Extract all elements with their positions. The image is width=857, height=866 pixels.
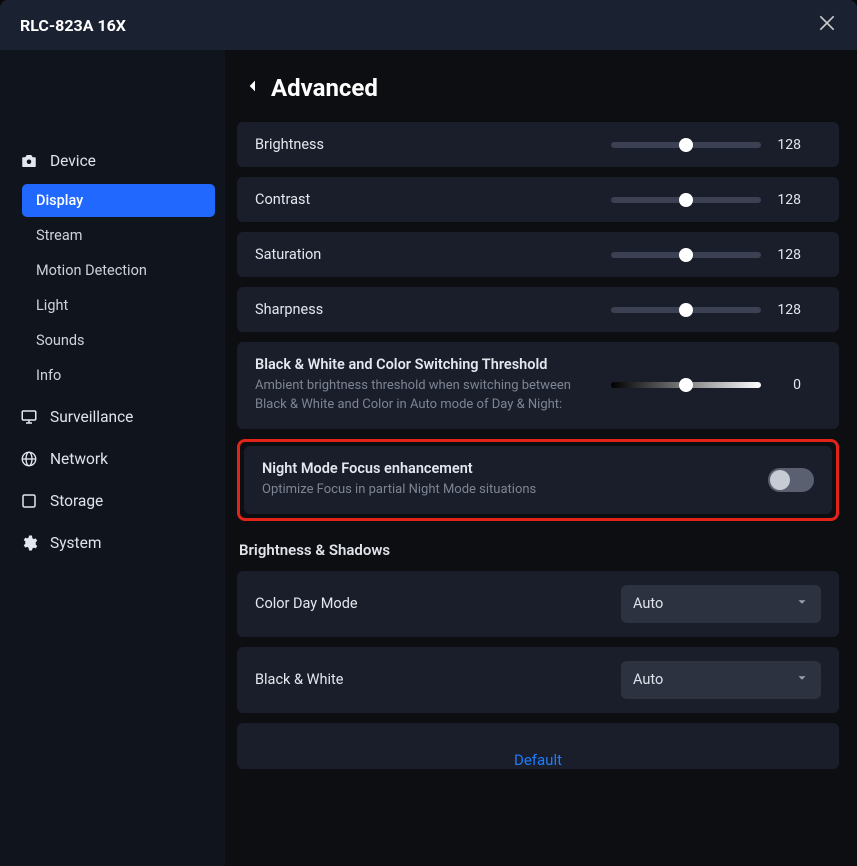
sidebar-item-motion-detection[interactable]: Motion Detection <box>22 254 215 287</box>
black-white-row: Black & White Auto <box>237 647 839 713</box>
sidebar-section-label: Network <box>50 450 108 468</box>
sidebar-section-label: Device <box>50 152 96 170</box>
color-day-mode-value: Auto <box>633 595 663 612</box>
gear-icon <box>20 534 38 552</box>
sidebar-item-sounds[interactable]: Sounds <box>22 324 215 357</box>
color-day-mode-select[interactable]: Auto <box>621 585 821 623</box>
sharpness-row: Sharpness 128 <box>237 287 839 332</box>
color-day-mode-row: Color Day Mode Auto <box>237 571 839 637</box>
night-focus-row: Night Mode Focus enhancement Optimize Fo… <box>244 446 832 514</box>
monitor-icon <box>20 408 38 426</box>
night-focus-desc: Optimize Focus in partial Night Mode sit… <box>262 481 536 500</box>
brightness-shadows-title: Brightness & Shadows <box>239 541 837 559</box>
sharpness-label: Sharpness <box>255 301 323 318</box>
saturation-value: 128 <box>775 247 801 263</box>
sidebar-item-display[interactable]: Display <box>22 184 215 217</box>
saturation-slider[interactable] <box>611 252 761 258</box>
sidebar-item-info[interactable]: Info <box>22 359 215 392</box>
brightness-label: Brightness <box>255 136 324 153</box>
sidebar-section-storage[interactable]: Storage <box>10 480 215 522</box>
default-card: Default <box>237 723 839 769</box>
sidebar-item-light[interactable]: Light <box>22 289 215 322</box>
sharpness-value: 128 <box>775 302 801 318</box>
default-button[interactable]: Default <box>255 737 821 769</box>
sidebar: Device Display Stream Motion Detection L… <box>0 50 225 866</box>
saturation-row: Saturation 128 <box>237 232 839 277</box>
camera-icon <box>20 152 38 170</box>
sidebar-section-label: Surveillance <box>50 408 133 426</box>
color-day-mode-label: Color Day Mode <box>255 595 358 612</box>
sidebar-section-label: Storage <box>50 492 103 510</box>
black-white-value: Auto <box>633 671 663 688</box>
sidebar-section-device[interactable]: Device <box>10 140 215 182</box>
chevron-down-icon <box>795 671 809 689</box>
contrast-row: Contrast 128 <box>237 177 839 222</box>
black-white-label: Black & White <box>255 671 343 688</box>
globe-icon <box>20 450 38 468</box>
chevron-down-icon <box>795 595 809 613</box>
bw-threshold-desc: Ambient brightness threshold when switch… <box>255 377 591 415</box>
window-title: RLC-823A 16X <box>20 16 126 35</box>
sidebar-device-items: Display Stream Motion Detection Light So… <box>10 184 215 392</box>
sharpness-slider[interactable] <box>611 307 761 313</box>
page-title: Advanced <box>271 74 378 102</box>
sidebar-section-label: System <box>50 534 101 552</box>
bw-threshold-row: Black & White and Color Switching Thresh… <box>237 342 839 429</box>
brightness-slider[interactable] <box>611 142 761 148</box>
close-icon[interactable] <box>817 13 837 37</box>
contrast-slider[interactable] <box>611 197 761 203</box>
bw-threshold-title: Black & White and Color Switching Thresh… <box>255 356 591 373</box>
sidebar-section-system[interactable]: System <box>10 522 215 564</box>
black-white-select[interactable]: Auto <box>621 661 821 699</box>
brightness-row: Brightness 128 <box>237 122 839 167</box>
main-content: Advanced Brightness 128 Contrast <box>225 50 857 866</box>
back-button[interactable] <box>245 74 261 102</box>
contrast-label: Contrast <box>255 191 310 208</box>
bw-threshold-value: 0 <box>775 377 801 393</box>
bw-threshold-slider[interactable] <box>611 382 761 388</box>
brightness-value: 128 <box>775 137 801 153</box>
sidebar-section-network[interactable]: Network <box>10 438 215 480</box>
settings-scroll[interactable]: Brightness 128 Contrast 128 <box>225 118 857 866</box>
titlebar: RLC-823A 16X <box>0 0 857 50</box>
highlight-night-focus: Night Mode Focus enhancement Optimize Fo… <box>237 439 839 521</box>
contrast-value: 128 <box>775 192 801 208</box>
saturation-label: Saturation <box>255 246 321 263</box>
storage-icon <box>20 492 38 510</box>
sidebar-section-surveillance[interactable]: Surveillance <box>10 396 215 438</box>
night-focus-toggle[interactable] <box>768 468 814 492</box>
night-focus-title: Night Mode Focus enhancement <box>262 460 536 477</box>
sidebar-item-stream[interactable]: Stream <box>22 219 215 252</box>
